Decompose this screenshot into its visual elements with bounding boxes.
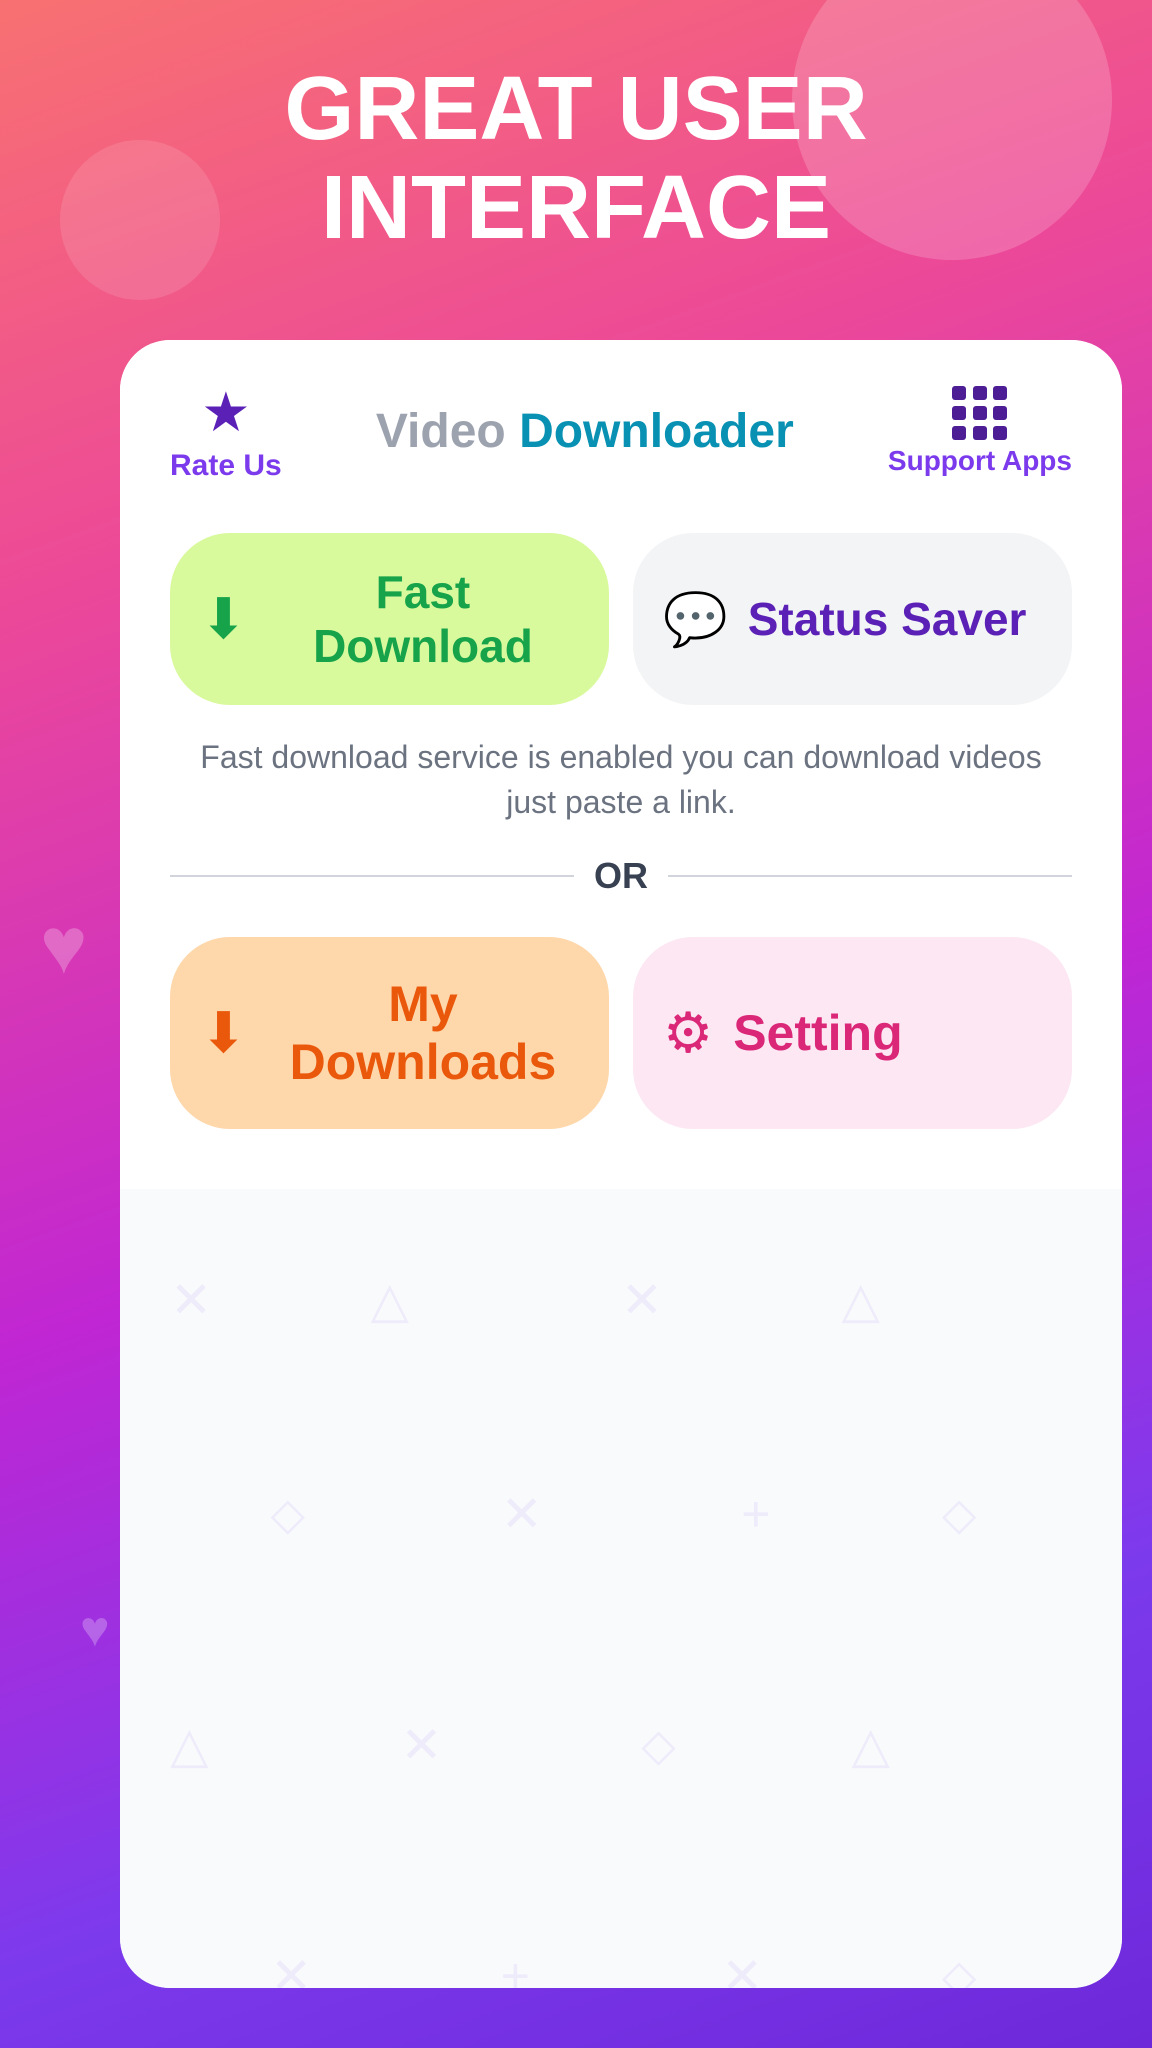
main-card: ★ Rate Us Video Downloader Support Apps xyxy=(120,340,1122,1988)
setting-label: Setting xyxy=(733,1004,902,1062)
or-line-left xyxy=(170,875,574,877)
p4: △ xyxy=(841,1271,879,1329)
grid-icon xyxy=(952,386,1007,440)
p16: ⬦ xyxy=(942,1947,977,1988)
app-header-row: ★ Rate Us Video Downloader Support Apps xyxy=(170,380,1072,483)
p10: ✕ xyxy=(401,1716,443,1774)
p7: + xyxy=(741,1485,770,1543)
status-saver-button[interactable]: 💬 Status Saver xyxy=(633,533,1072,705)
fast-download-label: Fast Download xyxy=(267,565,579,673)
app-title-video: Video xyxy=(376,405,506,458)
status-saver-label: Status Saver xyxy=(748,592,1027,646)
card-lower: ✕ △ ✕ △ ⬦ ✕ + ⬦ △ ✕ ⬦ △ ✕ + ✕ ⬦ △ ⬦ ✕ △ … xyxy=(120,1189,1122,1988)
my-downloads-button[interactable]: ⬇ My Downloads xyxy=(170,937,609,1129)
gear-icon: ⚙ xyxy=(663,1000,713,1066)
header-line1: GREAT USER xyxy=(60,60,1092,159)
pattern-symbols: ✕ △ ✕ △ ⬦ ✕ + ⬦ △ ✕ ⬦ △ ✕ + ✕ ⬦ △ ⬦ ✕ △ … xyxy=(120,1189,1122,1988)
header-text: GREAT USER INTERFACE xyxy=(0,60,1152,258)
or-line-right xyxy=(668,875,1072,877)
or-divider: OR xyxy=(170,855,1072,897)
app-title: Video Downloader xyxy=(376,404,794,459)
fast-download-button[interactable]: ⬇ Fast Download xyxy=(170,533,609,705)
p14: + xyxy=(501,1947,530,1988)
p3: ✕ xyxy=(621,1271,663,1329)
p5: ⬦ xyxy=(270,1485,305,1544)
p6: ✕ xyxy=(501,1485,543,1543)
p15: ✕ xyxy=(721,1947,763,1988)
my-downloads-icon: ⬇ xyxy=(200,1000,247,1066)
p8: ⬦ xyxy=(942,1485,977,1544)
bg-heart-1: ♥ xyxy=(40,900,88,992)
buttons-row-2: ⬇ My Downloads ⚙ Setting xyxy=(170,937,1072,1129)
p1: ✕ xyxy=(170,1271,212,1329)
p11: ⬦ xyxy=(641,1716,676,1775)
rate-us-section[interactable]: ★ Rate Us xyxy=(170,380,282,483)
app-title-downloader: Downloader xyxy=(519,405,794,458)
p9: △ xyxy=(170,1716,208,1774)
bg-heart-2: ♥ xyxy=(80,1600,110,1658)
description-text: Fast download service is enabled you can… xyxy=(170,735,1072,825)
chat-icon: 💬 xyxy=(663,589,728,650)
buttons-row-1: ⬇ Fast Download 💬 Status Saver xyxy=(170,533,1072,705)
rate-us-label: Rate Us xyxy=(170,449,282,483)
or-text: OR xyxy=(594,855,648,897)
download-icon: ⬇ xyxy=(200,586,247,652)
p12: △ xyxy=(851,1716,889,1774)
support-label: Support Apps xyxy=(888,445,1072,477)
card-top: ★ Rate Us Video Downloader Support Apps xyxy=(120,340,1122,1189)
my-downloads-label: My Downloads xyxy=(267,975,579,1091)
star-icon: ★ xyxy=(201,380,250,444)
setting-button[interactable]: ⚙ Setting xyxy=(633,937,1072,1129)
p2: △ xyxy=(371,1271,409,1329)
header-line2: INTERFACE xyxy=(60,159,1092,258)
p13: ✕ xyxy=(270,1947,312,1988)
support-apps-section[interactable]: Support Apps xyxy=(888,386,1072,477)
